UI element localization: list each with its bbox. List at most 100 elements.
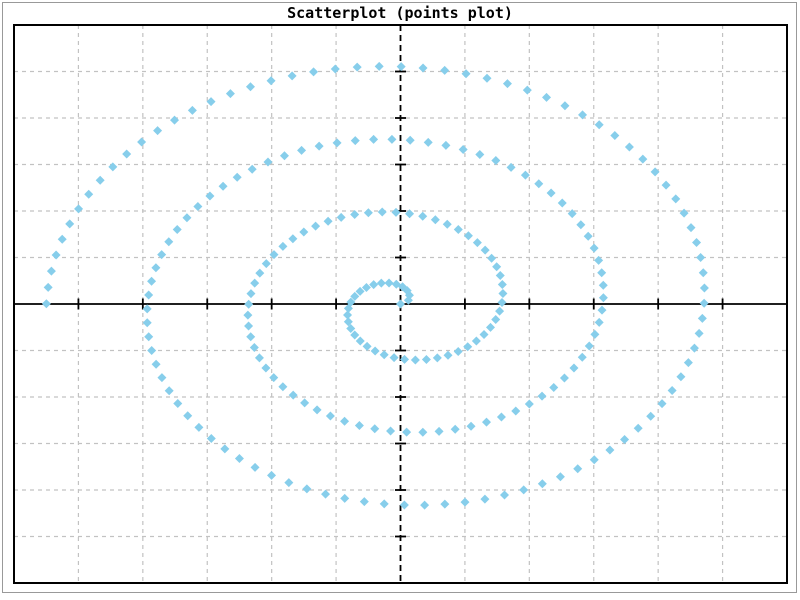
data-point-marker bbox=[47, 267, 56, 276]
data-point-marker bbox=[278, 382, 287, 391]
data-point-marker bbox=[578, 353, 587, 362]
data-point-marker bbox=[584, 232, 593, 241]
data-point-marker bbox=[460, 498, 469, 507]
data-point-marker bbox=[651, 167, 660, 176]
data-point-marker bbox=[219, 182, 228, 191]
data-point-marker bbox=[590, 330, 599, 339]
data-point-marker bbox=[378, 207, 387, 216]
data-point-marker bbox=[370, 424, 379, 433]
data-point-marker bbox=[638, 155, 647, 164]
data-point-marker bbox=[207, 97, 216, 106]
data-point-marker bbox=[157, 373, 166, 382]
data-point-marker bbox=[243, 311, 252, 320]
data-point-marker bbox=[326, 411, 335, 420]
data-point-marker bbox=[263, 157, 272, 166]
data-point-marker bbox=[188, 106, 197, 115]
data-point-marker bbox=[676, 372, 685, 381]
data-point-marker bbox=[392, 208, 401, 217]
data-point-marker bbox=[695, 329, 704, 338]
data-point-marker bbox=[480, 330, 489, 339]
data-point-marker bbox=[299, 228, 308, 237]
data-point-marker bbox=[411, 355, 420, 364]
data-point-marker bbox=[315, 142, 324, 151]
data-point-marker bbox=[380, 350, 389, 359]
data-point-marker bbox=[549, 383, 558, 392]
data-point-marker bbox=[386, 426, 395, 435]
data-point-marker bbox=[671, 194, 680, 203]
data-point-marker bbox=[371, 347, 380, 356]
data-point-marker bbox=[289, 391, 298, 400]
data-point-marker bbox=[500, 490, 509, 499]
data-point-marker bbox=[235, 454, 244, 463]
data-point-marker bbox=[284, 478, 293, 487]
data-point-marker bbox=[498, 289, 507, 298]
data-point-marker bbox=[634, 424, 643, 433]
data-point-marker bbox=[42, 299, 51, 308]
data-point-marker bbox=[482, 74, 491, 83]
data-point-marker bbox=[595, 120, 604, 129]
data-point-marker bbox=[267, 76, 276, 85]
data-point-marker bbox=[454, 225, 463, 234]
data-point-marker bbox=[487, 254, 496, 263]
data-point-marker bbox=[558, 199, 567, 208]
data-point-marker bbox=[44, 283, 53, 292]
data-point-marker bbox=[576, 220, 585, 229]
data-point-marker bbox=[464, 231, 473, 240]
data-point-marker bbox=[58, 235, 67, 244]
data-point-marker bbox=[369, 135, 378, 144]
data-point-marker bbox=[226, 89, 235, 98]
data-point-marker bbox=[595, 318, 604, 327]
data-point-marker bbox=[353, 63, 362, 72]
data-point-marker bbox=[459, 145, 468, 154]
data-point-marker bbox=[542, 93, 551, 102]
data-point-marker bbox=[300, 398, 309, 407]
data-point-marker bbox=[418, 428, 427, 437]
data-point-marker bbox=[164, 237, 173, 246]
data-point-marker bbox=[699, 268, 708, 277]
data-point-marker bbox=[422, 355, 431, 364]
data-point-marker bbox=[443, 220, 452, 229]
data-point-marker bbox=[144, 332, 153, 341]
data-point-marker bbox=[646, 412, 655, 421]
data-point-marker bbox=[137, 137, 146, 146]
data-point-marker bbox=[262, 259, 271, 268]
data-point-marker bbox=[620, 435, 629, 444]
data-point-marker bbox=[700, 299, 709, 308]
data-point-marker bbox=[108, 162, 117, 171]
data-point-marker bbox=[486, 323, 495, 332]
data-point-marker bbox=[363, 342, 372, 351]
data-point-marker bbox=[480, 495, 489, 504]
data-point-marker bbox=[680, 209, 689, 218]
data-point-marker bbox=[250, 279, 259, 288]
data-point-marker bbox=[690, 344, 699, 353]
data-point-marker bbox=[280, 151, 289, 160]
data-point-marker bbox=[658, 399, 667, 408]
data-point-marker bbox=[153, 126, 162, 135]
data-point-marker bbox=[431, 215, 440, 224]
data-point-marker bbox=[360, 497, 369, 506]
data-point-marker bbox=[84, 190, 93, 199]
data-point-marker bbox=[692, 238, 701, 247]
data-point-marker bbox=[309, 67, 318, 76]
data-point-marker bbox=[147, 277, 156, 286]
data-point-marker bbox=[451, 425, 460, 434]
data-point-marker bbox=[377, 279, 386, 288]
data-point-marker bbox=[523, 86, 532, 95]
data-point-marker bbox=[173, 399, 182, 408]
data-point-marker bbox=[288, 71, 297, 80]
data-point-marker bbox=[406, 136, 415, 145]
data-point-marker bbox=[165, 386, 174, 395]
data-point-marker bbox=[248, 165, 257, 174]
data-point-marker bbox=[521, 171, 530, 180]
data-point-marker bbox=[519, 485, 528, 494]
data-point-marker bbox=[255, 353, 264, 362]
data-point-marker bbox=[599, 293, 608, 302]
data-point-marker bbox=[147, 346, 156, 355]
data-point-marker bbox=[696, 253, 705, 262]
data-point-marker bbox=[419, 63, 428, 72]
data-point-marker bbox=[698, 314, 707, 323]
data-point-marker bbox=[321, 490, 330, 499]
data-point-marker bbox=[337, 213, 346, 222]
data-point-marker bbox=[74, 204, 83, 213]
data-point-marker bbox=[183, 411, 192, 420]
